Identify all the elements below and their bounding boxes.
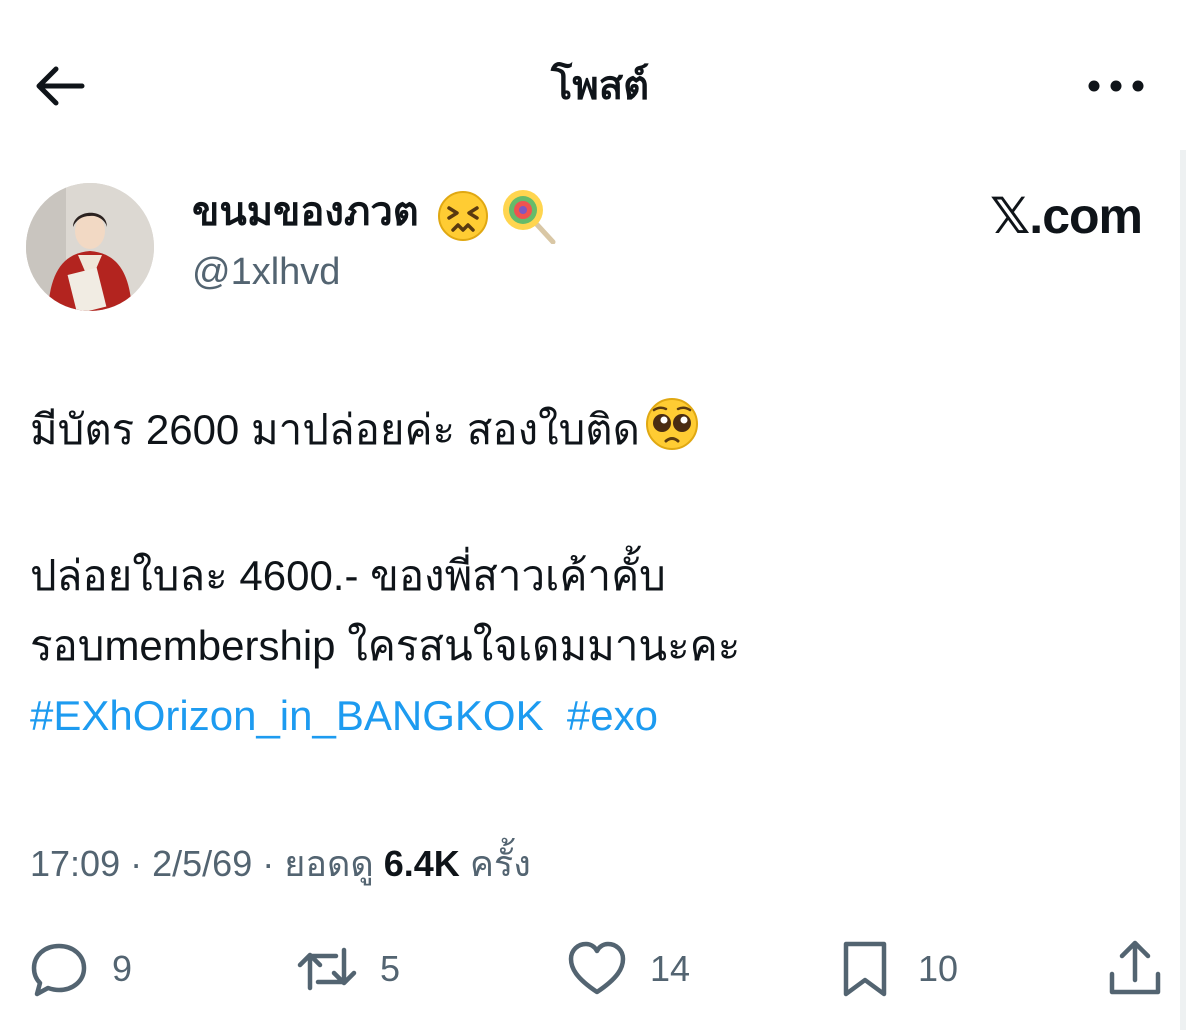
- post-text-line: รอบmembership ใครสนใจเดมมานะคะ: [30, 622, 741, 669]
- avatar[interactable]: [26, 183, 154, 311]
- repost-icon: [297, 947, 357, 991]
- lollipop-emoji: [502, 190, 556, 245]
- page-title: โพสต์: [550, 64, 650, 108]
- hashtag-line: #EXhOrizon_in_BANGKOK #exo: [30, 688, 658, 744]
- source-watermark: 𝕏.com: [990, 188, 1143, 244]
- meta-separator: ·: [262, 843, 275, 884]
- post-date[interactable]: 2/5/69: [152, 843, 252, 884]
- back-arrow-icon[interactable]: [32, 58, 88, 114]
- pleading-face-emoji: [645, 398, 698, 450]
- hashtag-link[interactable]: #EXhOrizon_in_BANGKOK: [30, 692, 544, 739]
- reply-count: 9: [112, 948, 133, 989]
- repost-count: 5: [380, 948, 401, 989]
- repost-button[interactable]: 5: [296, 938, 400, 1000]
- reply-icon: [31, 943, 87, 997]
- user-handle[interactable]: @1xlhvd: [192, 248, 340, 296]
- like-count: 14: [650, 948, 691, 989]
- meta-separator: ·: [130, 843, 143, 884]
- post-text-line: ปล่อยใบละ 4600.- ของพี่สาวเค้าคั้บ: [30, 552, 666, 599]
- persevering-face-emoji: [437, 191, 488, 241]
- hashtag-link[interactable]: #exo: [567, 692, 658, 739]
- share-button[interactable]: [1104, 938, 1166, 1000]
- like-button[interactable]: 14: [566, 938, 690, 1000]
- bookmark-icon: [843, 941, 887, 997]
- display-name[interactable]: ขนมของภวต: [192, 186, 419, 238]
- avatar-photo: [26, 183, 154, 311]
- scrollbar-track: [1180, 150, 1186, 1030]
- heart-icon: [568, 941, 626, 995]
- views-label: ยอดดู: [284, 843, 374, 884]
- name-emojis: [435, 188, 565, 245]
- bookmark-button[interactable]: 10: [834, 938, 958, 1000]
- post-time[interactable]: 17:09: [30, 843, 120, 884]
- post-text-line: มีบัตร 2600 มาปล่อยค่ะ สองใบติด: [30, 406, 640, 453]
- views-suffix: ครั้ง: [469, 843, 531, 884]
- bookmark-count: 10: [918, 948, 959, 989]
- reply-button[interactable]: 9: [28, 938, 132, 1000]
- post-meta: 17:09 · 2/5/69 · ยอดดู 6.4K ครั้ง: [30, 838, 531, 890]
- more-options-icon[interactable]: [1086, 68, 1146, 104]
- share-icon: [1109, 940, 1161, 995]
- views-count[interactable]: 6.4K: [384, 843, 460, 884]
